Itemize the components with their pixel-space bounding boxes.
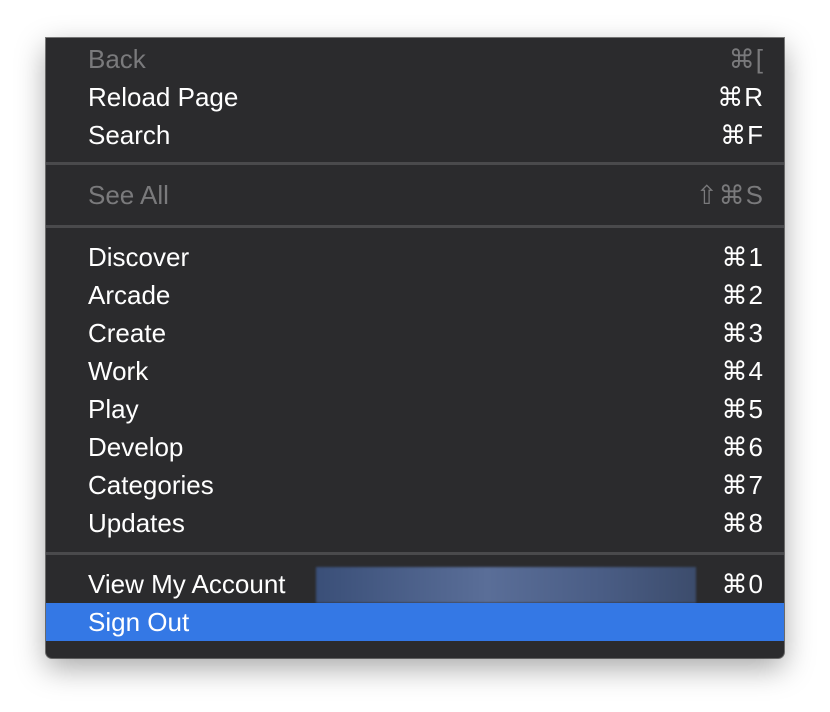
menu-item-updates[interactable]: Updates ⌘8 (46, 504, 784, 542)
menu-item-shortcut: ⌘8 (721, 508, 764, 538)
menu-item-arcade[interactable]: Arcade ⌘2 (46, 276, 784, 314)
menu-item-shortcut: ⌘7 (721, 470, 764, 500)
menu-item-see-all: See All ⇧⌘S (46, 176, 784, 214)
menu-item-create[interactable]: Create ⌘3 (46, 314, 784, 352)
menu-item-develop[interactable]: Develop ⌘6 (46, 428, 784, 466)
menu-item-label: Categories (88, 470, 214, 500)
menu-item-label: Work (88, 356, 149, 386)
menu-item-work[interactable]: Work ⌘4 (46, 352, 784, 390)
menu-item-label: Back (88, 44, 146, 74)
menu-item-shortcut: ⌘1 (721, 242, 764, 272)
menu-item-shortcut: ⌘R (717, 82, 764, 112)
menu-item-label: See All (88, 180, 169, 210)
menu-item-discover[interactable]: Discover ⌘1 (46, 238, 784, 276)
menu-item-play[interactable]: Play ⌘5 (46, 390, 784, 428)
menu-item-reload-page[interactable]: Reload Page ⌘R (46, 78, 784, 116)
menu-item-shortcut: ⌘4 (721, 356, 764, 386)
menu-item-label: Updates (88, 508, 185, 538)
menu-item-shortcut: ⌘6 (721, 432, 764, 462)
menu-section-categories: Discover ⌘1 Arcade ⌘2 Create ⌘3 Work ⌘4 … (46, 233, 784, 547)
menu-separator (46, 225, 784, 228)
menu-item-label: Search (88, 120, 171, 150)
menu-section-navigation: Back ⌘[ Reload Page ⌘R Search ⌘F (46, 38, 784, 166)
menu-section-see-all: See All ⇧⌘S (46, 170, 784, 220)
menu-item-categories[interactable]: Categories ⌘7 (46, 466, 784, 504)
menu-item-shortcut: ⌘5 (721, 394, 764, 424)
menu-item-back: Back ⌘[ (46, 40, 784, 78)
menu-item-label: Sign Out (88, 607, 190, 637)
menu-item-sign-out[interactable]: Sign Out (46, 603, 784, 641)
redacted-account-name (316, 567, 696, 603)
menu-item-search[interactable]: Search ⌘F (46, 116, 784, 154)
menu-item-shortcut: ⌘3 (721, 318, 764, 348)
menu-item-shortcut: ⌘0 (721, 569, 764, 599)
menu-section-account: View My Account ⌘0 Sign Out (46, 560, 784, 641)
menu-item-label: Discover (88, 242, 190, 272)
menu-item-label: Create (88, 318, 167, 348)
menu-item-label: Develop (88, 432, 184, 462)
menu-item-view-my-account[interactable]: View My Account ⌘0 (46, 565, 784, 603)
menu-item-label: View My Account (88, 569, 286, 599)
menu-item-shortcut: ⌘[ (728, 44, 764, 74)
menu-item-shortcut: ⇧⌘S (695, 180, 764, 210)
context-menu: Back ⌘[ Reload Page ⌘R Search ⌘F See All… (46, 38, 784, 658)
menu-item-label: Arcade (88, 280, 171, 310)
menu-item-label: Reload Page (88, 82, 239, 112)
menu-separator (46, 552, 784, 555)
menu-item-shortcut: ⌘F (720, 120, 764, 150)
menu-item-label: Play (88, 394, 139, 424)
menu-separator (46, 162, 784, 165)
menu-item-shortcut: ⌘2 (721, 280, 764, 310)
